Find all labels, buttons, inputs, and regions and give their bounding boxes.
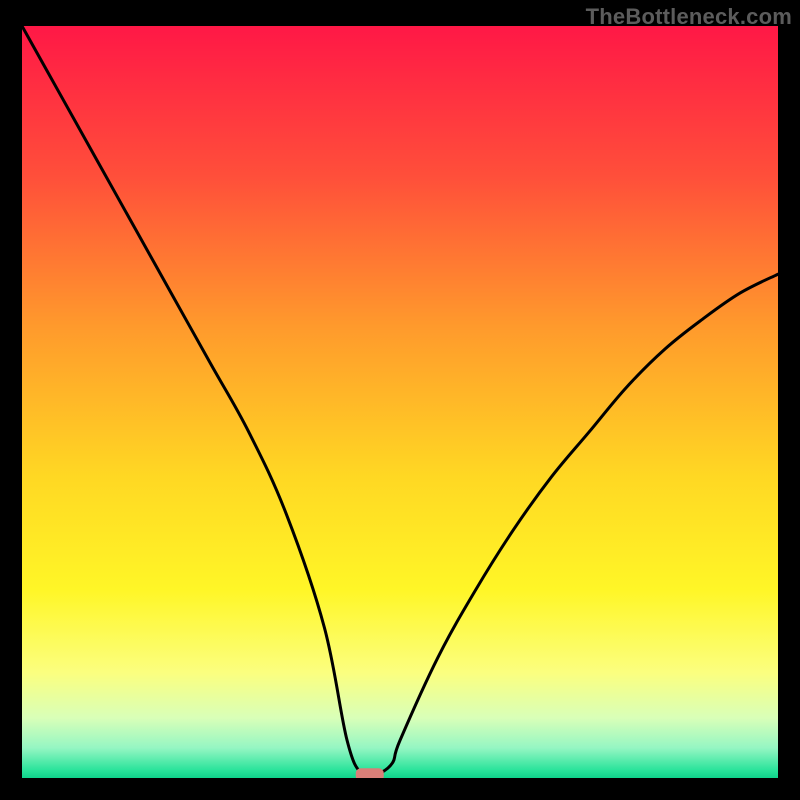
watermark-label: TheBottleneck.com: [586, 4, 792, 30]
chart-container: TheBottleneck.com: [0, 0, 800, 800]
bottleneck-chart: [22, 26, 778, 778]
optimum-marker: [356, 768, 384, 778]
chart-background: [22, 26, 778, 778]
